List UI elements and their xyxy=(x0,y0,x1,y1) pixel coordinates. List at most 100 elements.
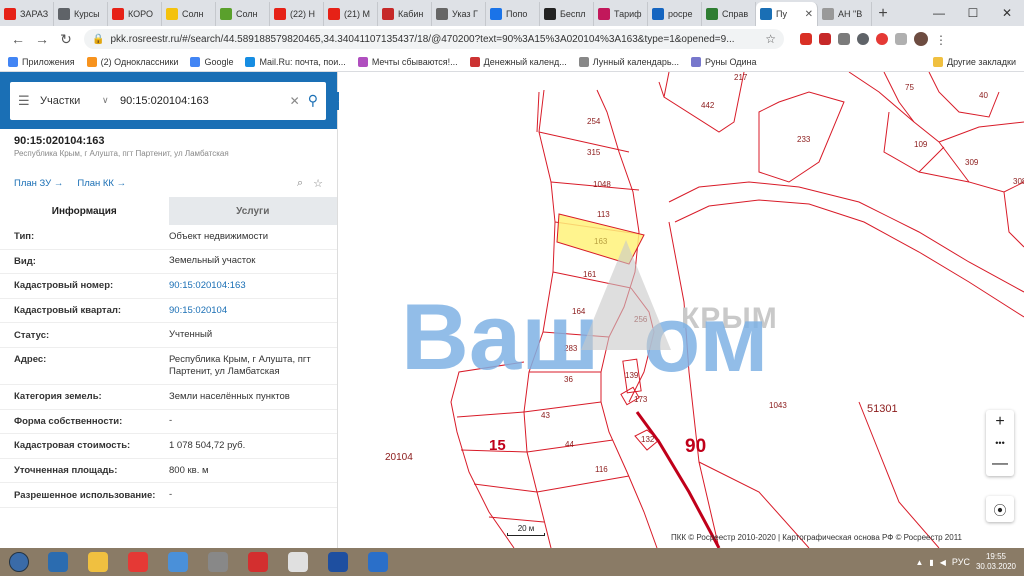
attribute-key: Категория земель: xyxy=(14,391,102,403)
other-bookmarks[interactable]: Другие закладки xyxy=(933,56,1016,67)
browser-tab[interactable]: КОРО xyxy=(108,2,162,26)
attribute-row: Адрес: Республика Крым, г Алушта, пгт Пар… xyxy=(0,348,337,385)
profile-avatar[interactable] xyxy=(914,32,928,46)
parcel-label: 164 xyxy=(572,307,586,316)
close-icon[interactable]: ✕ xyxy=(990,0,1024,26)
bookmark-item[interactable]: Google xyxy=(190,56,233,67)
browser-tab[interactable]: Курсы xyxy=(54,2,108,26)
tab-label: (21) М xyxy=(344,9,371,19)
browser-tab[interactable]: (22) Н xyxy=(270,2,324,26)
tab-services[interactable]: Услуги xyxy=(168,197,337,225)
browser-tab[interactable]: росре xyxy=(648,2,702,26)
parcel-boundary xyxy=(658,81,665,98)
bookmark-item[interactable]: Приложения xyxy=(8,56,75,67)
browser-tab[interactable]: Солн xyxy=(162,2,216,26)
other-bookmarks-label: Другие закладки xyxy=(947,56,1016,67)
start-button[interactable] xyxy=(0,548,38,576)
browser-tab[interactable]: Беспл xyxy=(540,2,594,26)
zoom-more-button[interactable]: ••• xyxy=(986,434,1014,452)
clock[interactable]: 19:55 30.03.2020 xyxy=(976,552,1016,572)
bookmark-item[interactable]: Лунный календарь... xyxy=(578,56,679,67)
forward-icon[interactable]: → xyxy=(30,31,54,47)
attribute-value: - xyxy=(169,489,173,501)
browser-tab[interactable]: ЗАРАЗ xyxy=(0,2,54,26)
extension-icon[interactable] xyxy=(838,33,850,45)
geolocation-icon[interactable]: ⦿ xyxy=(986,496,1014,522)
browser-tab[interactable]: (21) М xyxy=(324,2,378,26)
browser-tab[interactable]: Пу ✕ xyxy=(756,2,818,26)
browser-tab[interactable]: Справ xyxy=(702,2,756,26)
lock-icon: 🔒 xyxy=(92,33,105,45)
tab-label: Попо xyxy=(506,9,528,19)
taskbar-app[interactable] xyxy=(38,548,78,576)
search-type-selector[interactable]: Участки xyxy=(40,95,102,107)
zoom-in-button[interactable]: + xyxy=(986,410,1014,434)
volume-icon[interactable]: ◀ xyxy=(940,558,946,567)
favorite-star-icon[interactable]: ☆ xyxy=(313,177,323,190)
language-indicator[interactable]: РУС xyxy=(952,557,970,567)
extension-gray-icon[interactable] xyxy=(895,33,907,45)
plan-zu-label: План ЗУ xyxy=(14,178,52,189)
browser-tab[interactable]: Указ Г xyxy=(432,2,486,26)
menu-icon[interactable]: ☰ xyxy=(18,93,40,109)
clear-icon[interactable]: ✕ xyxy=(290,94,300,108)
cadastral-map[interactable]: 217 442 75 40 254 233 109 309 315 1048 308 113 163 16… xyxy=(339,72,1024,548)
taskbar-app[interactable] xyxy=(318,548,358,576)
menu-kebab-icon[interactable]: ⋮ xyxy=(935,33,947,47)
attribute-value: Земли населённых пунктов xyxy=(169,390,290,402)
browser-tab[interactable]: Тариф xyxy=(594,2,648,26)
taskbar-app[interactable] xyxy=(118,548,158,576)
taskbar-app[interactable] xyxy=(158,548,198,576)
bookmark-item[interactable]: Mail.Ru: почта, пои... xyxy=(245,56,346,67)
attribute-value: Земельный участок xyxy=(169,255,256,267)
bookmark-favicon-icon xyxy=(8,56,18,67)
tray-arrow-icon[interactable]: ▲ xyxy=(915,558,923,567)
attribute-value[interactable]: 90:15:020104 xyxy=(169,305,323,317)
chevron-down-icon[interactable]: ∨ xyxy=(102,95,120,106)
browser-tab[interactable]: АН "В xyxy=(818,2,872,26)
bookmark-item[interactable]: Мечты сбываются!... xyxy=(357,56,458,67)
reload-icon[interactable]: ↻ xyxy=(54,31,78,48)
search-icon[interactable]: ⚲ xyxy=(308,92,318,109)
search-input[interactable] xyxy=(120,94,290,107)
attribute-value[interactable]: 90:15:020104:163 xyxy=(169,280,323,292)
attribute-row: Кадастровый номер: 90:15:020104:163 xyxy=(0,274,337,299)
tab-close-icon[interactable]: ✕ xyxy=(805,9,813,20)
extension-circle-icon[interactable] xyxy=(857,33,869,45)
bookmark-favicon-icon xyxy=(578,56,589,67)
bookmark-item[interactable]: Руны Одина xyxy=(691,56,757,67)
plan-zu-link[interactable]: План ЗУ → xyxy=(14,178,63,189)
browser-tab[interactable]: Солн xyxy=(216,2,270,26)
bookmark-item[interactable]: (2) Одноклассники xyxy=(86,56,178,67)
maximize-icon[interactable]: ☐ xyxy=(956,0,990,26)
new-tab-button[interactable]: + xyxy=(872,2,894,26)
taskbar-app[interactable] xyxy=(238,548,278,576)
bookmark-item[interactable]: Денежный календ... xyxy=(469,56,567,67)
map-canvas[interactable]: 217 442 75 40 254 233 109 309 315 1048 308 113 163 16… xyxy=(339,72,1024,548)
tab-label: Курсы xyxy=(74,9,100,19)
map-scale: 20 м xyxy=(507,524,545,536)
zoom-out-button[interactable]: — xyxy=(986,452,1014,476)
bookmark-favicon-icon xyxy=(86,56,97,67)
taskbar-app[interactable] xyxy=(198,548,238,576)
taskbar-app[interactable] xyxy=(278,548,318,576)
adblock-icon[interactable] xyxy=(800,33,812,45)
tab-favicon-icon xyxy=(652,8,664,20)
opera-icon[interactable] xyxy=(876,33,888,45)
browser-tab[interactable]: Попо xyxy=(486,2,540,26)
minimize-icon[interactable]: — xyxy=(922,0,956,26)
plan-kk-link[interactable]: План КК → xyxy=(77,178,126,189)
taskbar-app[interactable] xyxy=(78,548,118,576)
bookmark-star-icon[interactable]: ☆ xyxy=(765,32,776,46)
attribute-value: 800 кв. м xyxy=(169,464,209,476)
network-icon[interactable]: ▮ xyxy=(929,558,933,567)
taskbar-app[interactable] xyxy=(358,548,398,576)
pdf-icon[interactable] xyxy=(819,33,831,45)
back-icon[interactable]: ← xyxy=(6,31,30,47)
tab-favicon-icon xyxy=(544,8,556,20)
address-bar[interactable]: 🔒 pkk.rosreestr.ru/#/search/44.589188579… xyxy=(84,29,784,49)
tab-information[interactable]: Информация xyxy=(0,197,169,225)
browser-tab[interactable]: Кабин xyxy=(378,2,432,26)
zoom-to-object-icon[interactable]: ⌕ xyxy=(297,177,303,190)
info-tabs: Информация Услуги xyxy=(0,197,337,225)
